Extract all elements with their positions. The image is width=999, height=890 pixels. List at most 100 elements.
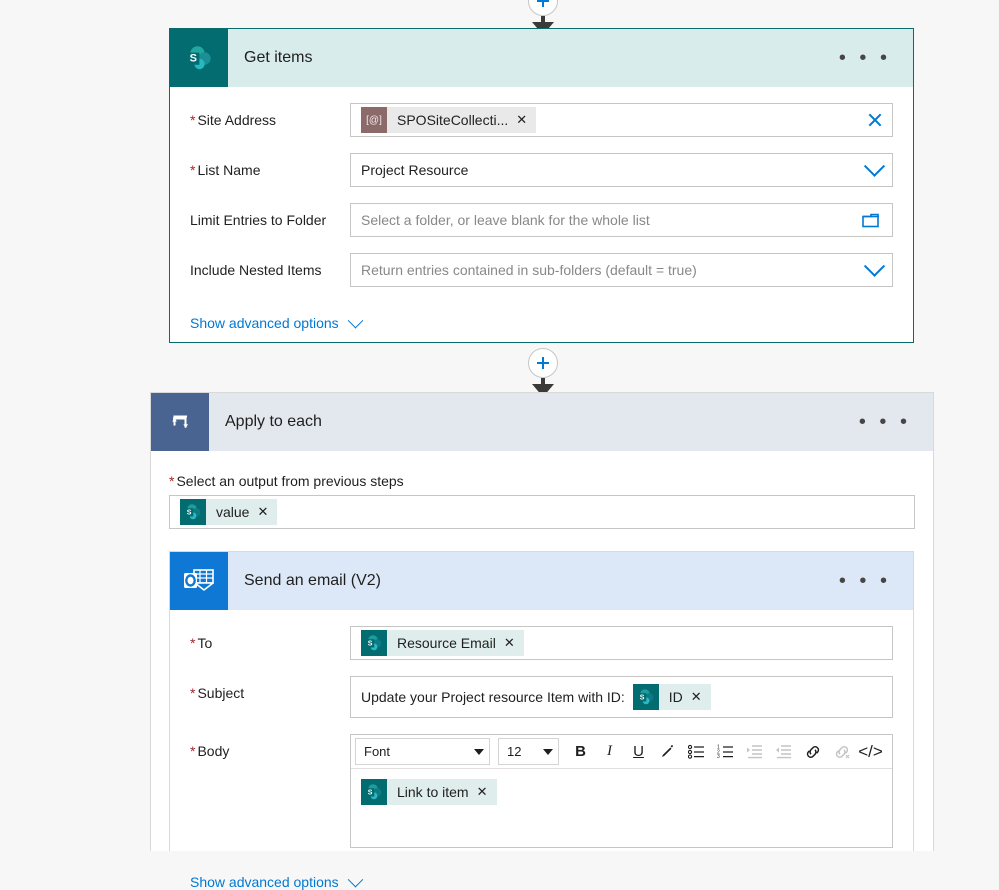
token-spositecollection[interactable]: [@] SPOSiteCollecti... ✕ — [361, 107, 537, 133]
font-family-value: Font — [364, 744, 391, 759]
show-advanced-options-label: Show advanced options — [190, 874, 339, 890]
text-color-icon[interactable] — [654, 738, 681, 765]
chevron-down-icon[interactable] — [859, 255, 886, 278]
limit-entries-placeholder: Select a folder, or leave blank for the … — [361, 212, 650, 228]
list-name-dropdown[interactable]: Project Resource — [350, 153, 893, 187]
svg-text:S: S — [368, 640, 373, 647]
chevron-down-icon — [347, 312, 363, 328]
body-content-area[interactable]: S Link to item ✕ — [351, 769, 892, 847]
required-asterisk: * — [190, 112, 196, 128]
numbered-list-icon[interactable]: 1 2 3 — [712, 738, 739, 765]
site-address-input[interactable]: [@] SPOSiteCollecti... ✕ — [350, 103, 893, 137]
token-value[interactable]: S value ✕ — [180, 499, 278, 525]
card-body-get-items: * Site Address [@] SPOSiteCollecti... ✕ *… — [170, 103, 913, 331]
field-row-limit-entries: Limit Entries to Folder Select a folder,… — [190, 203, 893, 237]
field-row-site-address: * Site Address [@] SPOSiteCollecti... ✕ — [190, 103, 893, 137]
folder-picker-icon[interactable] — [854, 212, 882, 229]
field-label-site-address: * Site Address — [190, 112, 277, 128]
limit-entries-input[interactable]: Select a folder, or leave blank for the … — [350, 203, 893, 237]
outdent-icon[interactable] — [770, 738, 797, 765]
token-label: value — [216, 504, 250, 520]
connector-middle — [513, 348, 573, 397]
step-card-send-email[interactable]: Send an email (V2) • • • * To S Resource… — [169, 551, 914, 890]
italic-button[interactable]: I — [596, 738, 623, 765]
field-label-limit-entries: Limit Entries to Folder — [190, 212, 327, 228]
show-advanced-options-link-get-items[interactable]: Show advanced options — [190, 312, 893, 331]
field-label-subject: * Subject — [190, 685, 245, 701]
field-label-select-output: * Select an output from previous steps — [169, 473, 404, 489]
field-label-list-name: * List Name — [190, 162, 261, 178]
required-asterisk: * — [190, 162, 196, 178]
sharepoint-token-icon: S — [361, 630, 387, 656]
add-step-plus-icon[interactable] — [528, 348, 558, 378]
required-asterisk: * — [190, 743, 196, 759]
svg-text:S: S — [640, 694, 645, 701]
field-label-body: * Body — [190, 743, 230, 759]
token-id[interactable]: S ID ✕ — [632, 684, 711, 710]
chevron-down-icon — [347, 871, 363, 887]
svg-text:S: S — [190, 53, 197, 65]
add-step-plus-icon[interactable] — [528, 0, 558, 16]
field-row-list-name: * List Name Project Resource — [190, 153, 893, 187]
chevron-down-icon[interactable] — [859, 155, 886, 178]
field-row-subject: * Subject Update your Project resource It… — [190, 676, 893, 718]
required-asterisk: * — [190, 685, 196, 701]
token-remove-icon[interactable]: ✕ — [477, 784, 497, 800]
sharepoint-token-icon: S — [361, 779, 387, 805]
token-resource-email[interactable]: S Resource Email ✕ — [361, 630, 524, 656]
subject-input[interactable]: Update your Project resource Item with I… — [350, 676, 893, 718]
card-header-apply-to-each[interactable]: Apply to each • • • — [151, 393, 933, 451]
unlink-icon[interactable] — [828, 738, 855, 765]
card-menu-button[interactable]: • • • — [839, 571, 891, 591]
font-size-value: 12 — [507, 744, 522, 759]
rte-toolbar: Font 12 B I U 1 2 3 </> — [351, 735, 892, 769]
clear-x-icon[interactable] — [858, 112, 882, 128]
chevron-down-icon — [543, 748, 553, 755]
step-card-get-items[interactable]: S Get items • • • * Site Address [@] SPOS… — [169, 28, 914, 343]
sharepoint-token-icon: S — [632, 684, 659, 710]
token-remove-icon[interactable]: ✕ — [516, 112, 536, 128]
card-header-get-items[interactable]: S Get items • • • — [170, 29, 913, 87]
body-rich-text-editor[interactable]: Font 12 B I U 1 2 3 </> S Link to item ✕ — [350, 734, 893, 848]
subject-text: Update your Project resource Item with I… — [361, 689, 625, 705]
select-output-input[interactable]: S value ✕ — [169, 495, 915, 529]
token-link-to-item[interactable]: S Link to item ✕ — [361, 779, 497, 805]
underline-button[interactable]: U — [625, 738, 652, 765]
sharepoint-token-icon: S — [180, 499, 206, 525]
include-nested-placeholder: Return entries contained in sub-folders … — [361, 262, 697, 278]
card-title: Get items — [244, 49, 313, 66]
field-row-to: * To S Resource Email ✕ — [190, 626, 893, 660]
font-family-select[interactable]: Font — [355, 738, 490, 765]
token-label: Resource Email — [397, 635, 496, 651]
token-remove-icon[interactable]: ✕ — [504, 635, 524, 651]
card-title: Apply to each — [225, 413, 322, 430]
card-header-send-email[interactable]: Send an email (V2) • • • — [170, 552, 913, 610]
field-row-body: * Body Font 12 B I U 1 2 3 </> S Link to… — [190, 734, 893, 848]
card-menu-button[interactable]: • • • — [859, 412, 911, 432]
field-label-include-nested: Include Nested Items — [190, 262, 322, 278]
token-remove-icon[interactable]: ✕ — [691, 689, 711, 705]
include-nested-dropdown[interactable]: Return entries contained in sub-folders … — [350, 253, 893, 287]
outlook-icon — [170, 552, 228, 610]
token-label: SPOSiteCollecti... — [397, 112, 509, 128]
field-row-include-nested: Include Nested Items Return entries cont… — [190, 253, 893, 287]
token-remove-icon[interactable]: ✕ — [257, 504, 277, 520]
list-name-value: Project Resource — [361, 162, 469, 178]
indent-icon[interactable] — [741, 738, 768, 765]
code-view-button[interactable]: </> — [857, 738, 884, 765]
bulleted-list-icon[interactable] — [683, 738, 710, 765]
token-label: Link to item — [397, 784, 469, 800]
card-menu-button[interactable]: • • • — [839, 48, 891, 68]
field-label-to: * To — [190, 635, 213, 651]
token-label: ID — [668, 689, 683, 705]
svg-text:S: S — [368, 789, 373, 796]
chevron-down-icon — [474, 748, 484, 755]
loop-icon — [151, 393, 209, 451]
link-icon[interactable] — [799, 738, 826, 765]
font-size-select[interactable]: 12 — [498, 738, 559, 765]
bold-button[interactable]: B — [567, 738, 594, 765]
to-input[interactable]: S Resource Email ✕ — [350, 626, 893, 660]
sharepoint-icon: S — [170, 29, 228, 87]
show-advanced-options-link-send-email[interactable]: Show advanced options — [190, 871, 893, 890]
svg-text:S: S — [187, 509, 192, 516]
